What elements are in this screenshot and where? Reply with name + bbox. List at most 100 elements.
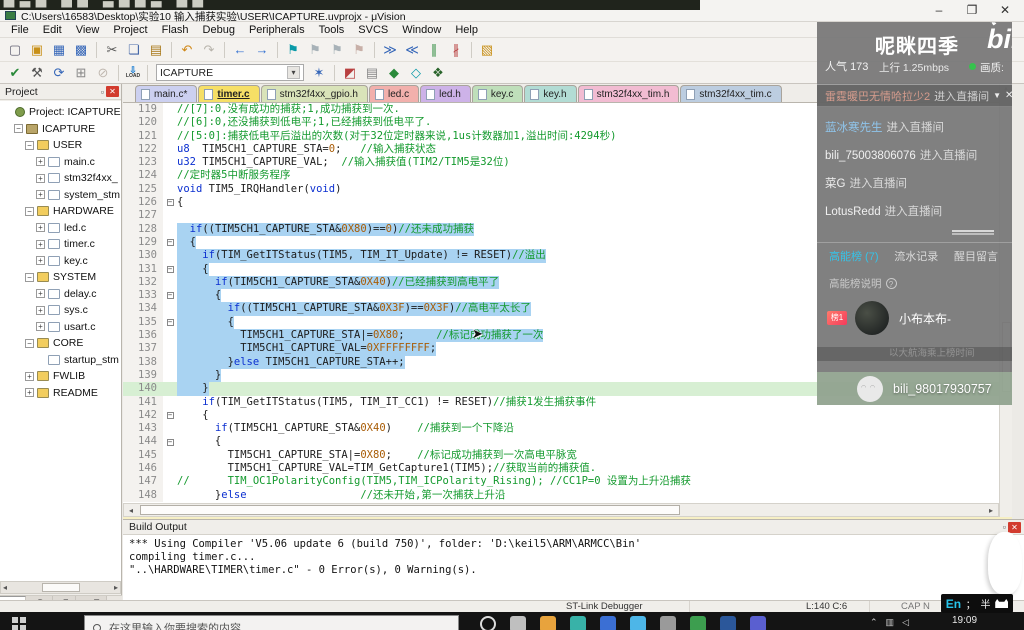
scroll-left-icon[interactable]: ◂	[3, 583, 7, 592]
ime-punctuation[interactable]: ；	[966, 596, 976, 611]
volume-icon[interactable]: ◁	[902, 617, 909, 628]
tree-expander-icon[interactable]: −	[25, 141, 34, 150]
navigate-forward-icon[interactable]: →	[252, 41, 272, 59]
start-button[interactable]	[12, 617, 26, 630]
overlay-tab-流水记录[interactable]: 流水记录	[894, 248, 938, 264]
project-panel-close-icon[interactable]: ✕	[106, 86, 119, 97]
tree-item-main-c[interactable]: +main.c	[0, 154, 121, 171]
options-wand-icon[interactable]: ✶	[309, 64, 329, 82]
overlay-tab-醒目留言[interactable]: 醒目留言	[954, 248, 998, 264]
menu-item-project[interactable]: Project	[106, 23, 154, 37]
tree-expander-icon[interactable]: −	[25, 273, 34, 282]
rank-help-link[interactable]: 高能榜说明?	[817, 268, 1012, 291]
network-icon[interactable]: ▥	[886, 617, 895, 628]
uncomment-icon[interactable]: ∦	[446, 41, 466, 59]
tree-item-project-icapture[interactable]: Project: ICAPTURE	[0, 104, 121, 121]
manage-items-icon[interactable]: ▤	[362, 64, 382, 82]
download-load-icon[interactable]: ⇩LOAD	[123, 64, 143, 82]
comment-icon[interactable]: ∥	[424, 41, 444, 59]
target-select[interactable]: ICAPTURE▾	[156, 64, 304, 81]
app-icon-blue[interactable]	[600, 616, 616, 630]
tree-expander-icon[interactable]: −	[25, 207, 34, 216]
tree-item-usart-c[interactable]: +usart.c	[0, 319, 121, 336]
tree-expander-icon[interactable]: +	[36, 190, 45, 199]
menu-item-svcs[interactable]: SVCS	[351, 23, 395, 37]
save-all-icon[interactable]: ▩	[71, 41, 91, 59]
stop-build-icon[interactable]: ⊘	[93, 64, 113, 82]
code-line-143[interactable]: 143 if(TIM5CH1_CAPTURE_STA&0X40) //捕获到一个…	[123, 422, 1012, 435]
chevron-down-icon[interactable]: ▾	[287, 66, 300, 79]
tree-expander-icon[interactable]: −	[25, 339, 34, 348]
menu-item-edit[interactable]: Edit	[36, 23, 69, 37]
menu-item-help[interactable]: Help	[448, 23, 485, 37]
scroll-left-icon[interactable]: ◂	[124, 506, 138, 515]
multi-project-icon[interactable]: ◇	[406, 64, 426, 82]
tree-item-system[interactable]: −SYSTEM	[0, 269, 121, 286]
code-line-142[interactable]: 142− {	[123, 409, 1012, 422]
translate-file-icon[interactable]: ✔	[5, 64, 25, 82]
fold-marker[interactable]: −	[163, 316, 177, 329]
manage-rte-icon[interactable]: ◩	[340, 64, 360, 82]
file-tab-stm32f4xx-tim-c[interactable]: stm32f4xx_tim.c	[680, 85, 781, 102]
navigate-back-icon[interactable]: ←	[230, 41, 250, 59]
menu-item-tools[interactable]: Tools	[312, 23, 352, 37]
fold-marker[interactable]: −	[163, 236, 177, 249]
tree-item-user[interactable]: −USER	[0, 137, 121, 154]
bookmark-next-icon[interactable]: ⚑	[327, 41, 347, 59]
bookmark-toggle-icon[interactable]: ⚑	[283, 41, 303, 59]
fold-marker[interactable]: −	[163, 409, 177, 422]
tree-expander-icon[interactable]: +	[36, 174, 45, 183]
file-tab-stm32f4xx-tim-h[interactable]: stm32f4xx_tim.h	[578, 85, 680, 102]
overlay-tab-rank[interactable]: 高能榜 (7)	[829, 248, 879, 264]
tree-expander-icon[interactable]: +	[25, 388, 34, 397]
file-tab-key-h[interactable]: key.h	[524, 85, 576, 102]
menu-item-file[interactable]: File	[4, 23, 36, 37]
ime-indicator[interactable]: En ； 半	[941, 594, 1013, 613]
open-file-icon[interactable]: ▣	[27, 41, 47, 59]
app-icon-green[interactable]	[690, 616, 706, 630]
menu-item-peripherals[interactable]: Peripherals	[242, 23, 312, 37]
tree-expander-icon[interactable]: −	[14, 124, 23, 133]
chat-scroll-grip[interactable]	[952, 230, 994, 232]
file-tab-led-c[interactable]: led.c	[369, 85, 419, 102]
tree-expander-icon[interactable]: +	[36, 240, 45, 249]
cortana-icon[interactable]	[480, 616, 496, 630]
new-file-icon[interactable]: ▢	[5, 41, 25, 59]
properties-icon[interactable]: ▧	[477, 41, 497, 59]
build-output-log[interactable]: *** Using Compiler 'V5.06 update 6 (buil…	[123, 535, 1024, 580]
taskbar-search-box[interactable]: 在这里输入你要搜索的内容	[84, 615, 459, 630]
app-icon-teal[interactable]	[570, 616, 586, 630]
tree-expander-icon[interactable]: +	[36, 157, 45, 166]
ime-language[interactable]: En	[946, 597, 961, 611]
build-icon[interactable]: ⚒	[27, 64, 47, 82]
code-line-144[interactable]: 144− {	[123, 435, 1012, 448]
app-icon-yellow[interactable]	[540, 616, 556, 630]
tree-expander-icon[interactable]: +	[36, 322, 45, 331]
tree-expander-icon[interactable]: +	[36, 306, 45, 315]
tree-expander-icon[interactable]: +	[36, 223, 45, 232]
project-horizontal-scrollbar[interactable]: ◂ ▸	[0, 581, 121, 594]
code-line-146[interactable]: 146 TIM5CH1_CAPTURE_VAL=TIM_GetCapture1(…	[123, 462, 1012, 475]
redo-icon[interactable]: ↷	[199, 41, 219, 59]
tree-item-core[interactable]: −CORE	[0, 335, 121, 352]
ime-width-mode[interactable]: 半	[981, 596, 991, 611]
batch-build-icon[interactable]: ⊞	[71, 64, 91, 82]
bookmark-prev-icon[interactable]: ⚑	[305, 41, 325, 59]
pin-icon[interactable]: ▫	[101, 87, 104, 97]
menu-item-view[interactable]: View	[69, 23, 107, 37]
tree-item-hardware[interactable]: −HARDWARE	[0, 203, 121, 220]
menu-item-window[interactable]: Window	[395, 23, 448, 37]
app-icon-grey[interactable]	[660, 616, 676, 630]
pack-installer-icon[interactable]: ❖	[428, 64, 448, 82]
fold-marker[interactable]: −	[163, 196, 177, 209]
undo-icon[interactable]: ↶	[177, 41, 197, 59]
chevron-down-icon[interactable]: ▼	[993, 91, 1001, 100]
paste-icon[interactable]: ▤	[146, 41, 166, 59]
cut-icon[interactable]: ✂	[102, 41, 122, 59]
file-tab-key-c[interactable]: key.c	[472, 85, 524, 102]
scrollbar-thumb[interactable]	[140, 505, 680, 515]
copy-icon[interactable]: ❏	[124, 41, 144, 59]
save-icon[interactable]: ▦	[49, 41, 69, 59]
menu-item-flash[interactable]: Flash	[155, 23, 196, 37]
file-tab-main-c-[interactable]: main.c*	[135, 85, 197, 102]
